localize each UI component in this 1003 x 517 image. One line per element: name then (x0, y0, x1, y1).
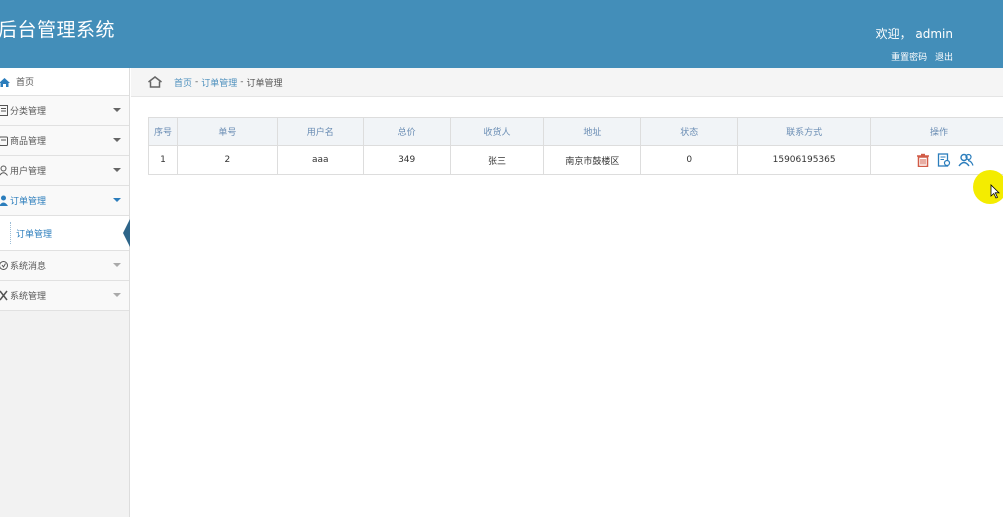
sidebar-item-label: 订单管理 (10, 197, 47, 207)
home-icon (0, 77, 10, 89)
welcome-text: 欢迎， admin (875, 27, 953, 41)
user-icon (0, 195, 9, 207)
users-icon[interactable] (958, 153, 974, 167)
column-header: 单号 (176, 117, 278, 146)
column-header: 状态 (640, 117, 739, 146)
document-icon[interactable] (937, 153, 951, 167)
pointer-icon (990, 184, 1000, 199)
active-pointer (123, 219, 130, 247)
sidebar-item-users[interactable]: 用户管理 (0, 156, 129, 186)
breadcrumb-separator: - (240, 77, 244, 87)
top-header: 后台管理系统 欢迎， admin 重置密码 退出 (0, 0, 1003, 68)
column-header: 用户名 (276, 117, 364, 146)
sidebar-item-label: 分类管理 (10, 107, 47, 117)
chevron-down-icon (113, 293, 121, 297)
sidebar-subitem-orders[interactable]: 订单管理 (0, 216, 130, 251)
trash-icon[interactable] (916, 153, 930, 168)
message-icon (0, 260, 9, 272)
reset-password-link[interactable]: 重置密码 (891, 53, 927, 63)
cell-username: aaa (276, 145, 364, 175)
header-links: 重置密码 退出 (886, 50, 953, 63)
breadcrumb-home[interactable]: 首页 (174, 76, 192, 89)
box-icon (0, 135, 9, 147)
table-row: 1 2 aaa 349 张三 南京市鼓楼区 0 15906195365 (148, 145, 1003, 175)
sidebar-item-label: 首页 (16, 78, 35, 88)
tree-line (10, 222, 11, 244)
user-icon (0, 165, 9, 177)
app-logo: 后台管理系统 (0, 19, 116, 41)
column-header: 序号 (148, 117, 178, 146)
chevron-down-icon (113, 263, 121, 267)
sidebar-item-orders[interactable]: 订单管理 (0, 186, 129, 216)
breadcrumb: 首页 - 订单管理 - 订单管理 (131, 68, 1003, 97)
sidebar-item-label: 商品管理 (10, 137, 47, 147)
breadcrumb-separator: - (195, 77, 199, 87)
list-icon (0, 105, 9, 117)
chevron-down-icon (113, 138, 121, 142)
sidebar-item-label: 用户管理 (10, 167, 47, 177)
chevron-down-icon (113, 198, 121, 202)
sidebar-item-label: 系统消息 (10, 262, 47, 272)
sidebar-item-home[interactable]: 首页 (0, 68, 129, 96)
cell-total: 349 (362, 145, 451, 175)
cell-index: 1 (148, 145, 178, 175)
breadcrumb-current: 订单管理 (246, 78, 283, 89)
sidebar-item-label: 系统管理 (10, 292, 47, 302)
breadcrumb-parent[interactable]: 订单管理 (201, 76, 237, 89)
cell-receiver: 张三 (449, 145, 545, 175)
column-header: 联系方式 (737, 117, 872, 146)
column-header: 地址 (543, 117, 642, 146)
sidebar-item-category[interactable]: 分类管理 (0, 96, 129, 126)
table-header-row: 序号 单号 用户名 总价 收货人 地址 状态 联系方式 操作 (148, 117, 1003, 146)
sidebar: 首页 分类管理 商品管理 用户管理 订单管理 订单管理 系统消息 系统管理 (0, 68, 130, 517)
sidebar-item-messages[interactable]: 系统消息 (0, 251, 129, 281)
orders-table: 序号 单号 用户名 总价 收货人 地址 状态 联系方式 操作 1 2 aaa 3… (148, 117, 1003, 175)
sidebar-item-products[interactable]: 商品管理 (0, 126, 129, 156)
cell-status: 0 (640, 145, 739, 175)
column-header: 收货人 (449, 117, 545, 146)
cell-phone: 15906195365 (737, 145, 872, 175)
sidebar-item-system[interactable]: 系统管理 (0, 281, 129, 311)
column-header: 操作 (870, 117, 1003, 146)
cursor-highlight (973, 170, 1003, 204)
logout-link[interactable]: 退出 (935, 53, 953, 63)
home-icon[interactable] (148, 76, 162, 88)
chevron-down-icon (113, 108, 121, 112)
chevron-down-icon (113, 168, 121, 172)
cell-address: 南京市鼓楼区 (543, 145, 642, 175)
sidebar-subitem-label: 订单管理 (16, 229, 53, 240)
cell-order-no: 2 (176, 145, 278, 175)
column-header: 总价 (362, 117, 451, 146)
tools-icon (0, 290, 9, 302)
